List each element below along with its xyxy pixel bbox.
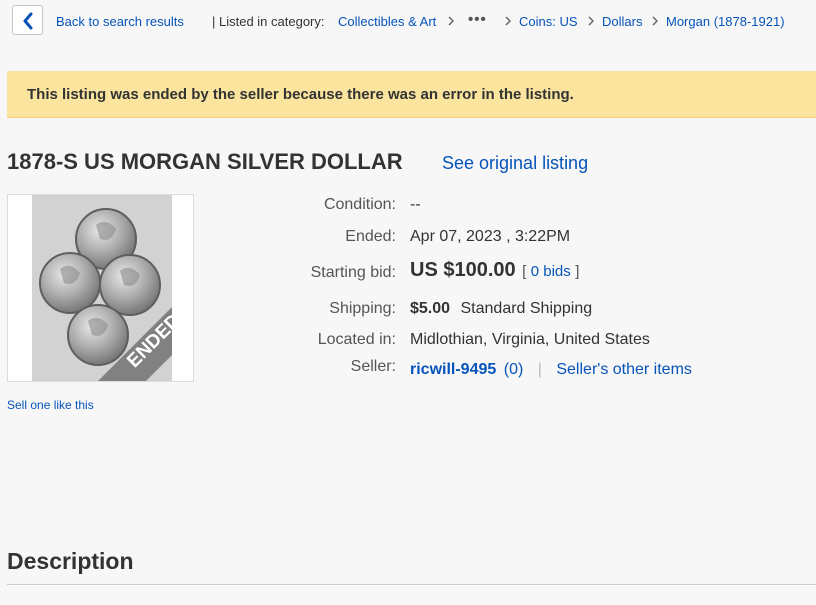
seller-feedback-link[interactable]: (0) [504, 361, 524, 378]
seller-separator: | [537, 361, 542, 378]
shipping-label: Shipping: [329, 300, 396, 317]
shipping-row: $5.00 Standard Shipping [410, 300, 592, 318]
shipping-cost: $5.00 [410, 300, 451, 317]
chevron-right-icon [448, 16, 454, 26]
bids-count-link[interactable]: 0 bids [531, 263, 571, 280]
page-title: 1878-S US MORGAN SILVER DOLLAR [7, 149, 403, 174]
listing-ended-banner: This listing was ended by the seller bec… [7, 71, 816, 118]
chevron-right-icon [505, 16, 511, 26]
category-prefix: | Listed in category: [212, 14, 325, 29]
ended-label: Ended: [345, 228, 396, 245]
location-value: Midlothian, Virginia, United States [410, 331, 650, 348]
bids-bracket-open: [ [522, 263, 527, 280]
seller-other-items-link[interactable]: Seller's other items [556, 361, 692, 378]
condition-value: -- [410, 196, 421, 213]
crumb-ellipsis-button[interactable]: ••• [468, 11, 487, 28]
chevron-right-icon [652, 16, 658, 26]
seller-name-link[interactable]: ricwill-9495 [410, 361, 496, 378]
back-to-results-link[interactable]: Back to search results [56, 14, 184, 29]
banner-text: This listing was ended by the seller bec… [27, 86, 574, 103]
location-label: Located in: [317, 331, 396, 348]
back-button[interactable] [12, 5, 43, 35]
starting-bid-row: US $100.00 [ 0 bids ] [410, 259, 579, 282]
shipping-method: Standard Shipping [460, 300, 593, 317]
crumb-morgan[interactable]: Morgan (1878-1921) [666, 14, 785, 29]
sell-one-like-this-link[interactable]: Sell one like this [7, 398, 94, 412]
starting-bid-label: Starting bid: [310, 264, 396, 281]
breadcrumb: Back to search results | Listed in categ… [0, 0, 816, 44]
chevron-right-icon [588, 16, 594, 26]
description-heading: Description [7, 548, 134, 574]
crumb-coins-us[interactable]: Coins: US [519, 14, 578, 29]
crumb-dollars[interactable]: Dollars [602, 14, 642, 29]
seller-row: ricwill-9495 (0) | Seller's other items [410, 361, 692, 379]
crumb-collectibles-art[interactable]: Collectibles & Art [338, 14, 436, 29]
seller-label: Seller: [350, 358, 396, 375]
chevron-left-icon [23, 12, 33, 30]
coins-photo: ENDED [32, 195, 185, 381]
description-divider [7, 584, 816, 585]
ended-value: Apr 07, 2023 , 3:22PM [410, 228, 571, 245]
item-image[interactable]: ENDED [7, 194, 194, 382]
condition-label: Condition: [323, 196, 396, 213]
see-original-listing-link[interactable]: See original listing [442, 153, 588, 174]
starting-bid-price: US $100.00 [410, 259, 516, 281]
bids-bracket-close: ] [575, 263, 580, 280]
